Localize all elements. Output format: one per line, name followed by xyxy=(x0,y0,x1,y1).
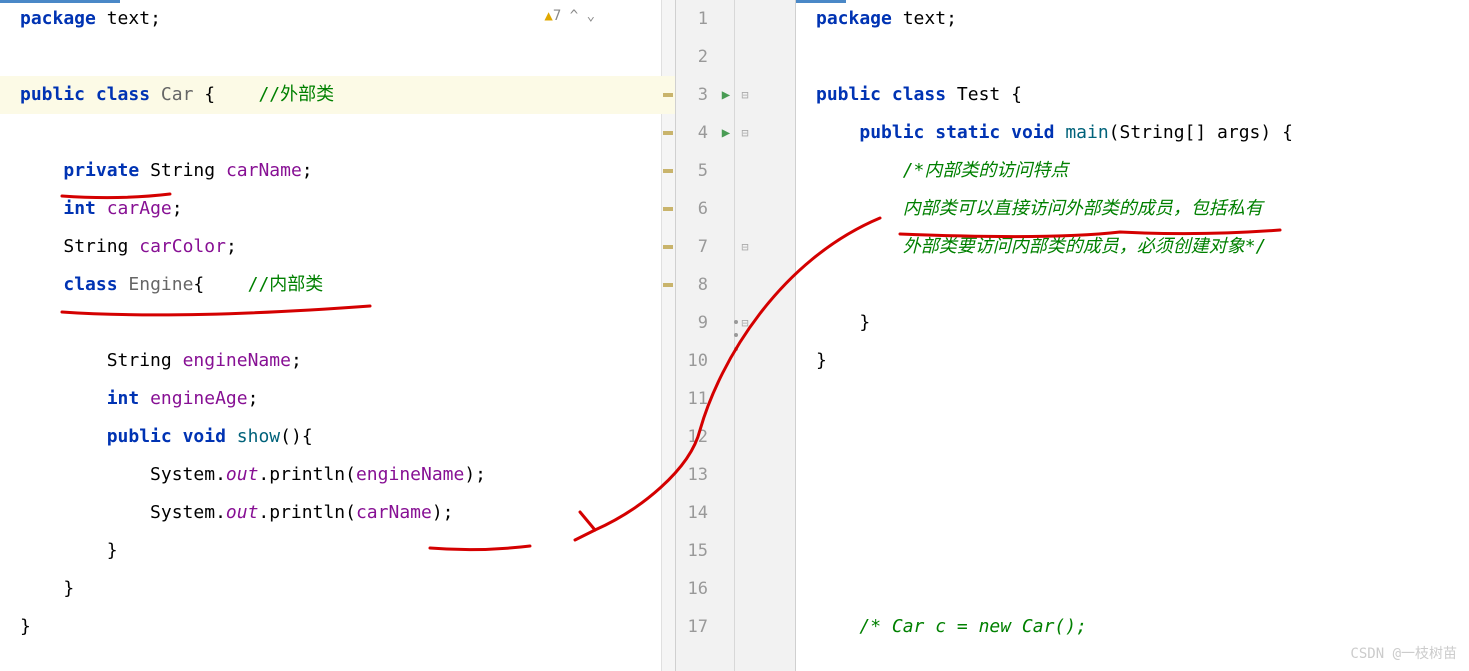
gutter-row[interactable]: 4▶⊟ xyxy=(676,114,795,152)
change-marker xyxy=(663,169,673,173)
comment: /*内部类的访问特点 xyxy=(903,160,1069,181)
field-name: engineAge xyxy=(150,388,248,409)
class-name: Test xyxy=(957,84,1000,105)
code-line[interactable]: String engineName; xyxy=(0,342,675,380)
gutter-row[interactable]: 8 xyxy=(676,266,795,304)
code-line[interactable]: System.out.println(carName); xyxy=(0,494,675,532)
editor-split-container: ▲7 ^ ⌄ package text; public class Car { … xyxy=(0,0,1469,671)
usage-hint[interactable] xyxy=(0,114,675,152)
gutter-row[interactable]: 6 xyxy=(676,190,795,228)
comment: //内部类 xyxy=(248,274,324,295)
gutter-row[interactable]: 14 xyxy=(676,494,795,532)
code-line[interactable]: 外部类要访问内部类的成员，必须创建对象*/ xyxy=(796,228,1469,266)
code-line[interactable] xyxy=(796,570,1469,608)
code-line[interactable] xyxy=(796,38,1469,76)
code-line[interactable]: /* Car c = new Car(); xyxy=(796,608,1469,646)
watermark: CSDN @一枝树苗 xyxy=(1350,643,1457,663)
inner-class-name: Engine xyxy=(128,274,193,295)
comment: 内部类可以直接访问外部类的成员，包括私有 xyxy=(903,198,1263,219)
gutter-row[interactable]: 16 xyxy=(676,570,795,608)
gutter-row[interactable]: 5 xyxy=(676,152,795,190)
code-line[interactable]: class Engine{ //内部类 xyxy=(0,266,675,304)
code-line[interactable]: package text; xyxy=(0,0,675,38)
run-gutter-icon[interactable]: ▶ xyxy=(716,76,736,114)
code-line[interactable]: public void show(){ xyxy=(0,418,675,456)
code-line[interactable]: } xyxy=(0,532,675,570)
code-line[interactable]: public class Car { //外部类 xyxy=(0,76,675,114)
splitter-handle[interactable] xyxy=(733,316,739,356)
gutter-row[interactable]: 3▶⊟ xyxy=(676,76,795,114)
change-marker xyxy=(663,93,673,97)
code-line[interactable] xyxy=(796,456,1469,494)
code-line[interactable]: private String carName; xyxy=(0,152,675,190)
code-line[interactable] xyxy=(0,38,675,76)
change-marker xyxy=(663,131,673,135)
code-line[interactable] xyxy=(796,266,1469,304)
code-line[interactable]: } xyxy=(0,608,675,646)
code-line[interactable]: } xyxy=(796,304,1469,342)
code-line[interactable]: int engineAge; xyxy=(0,380,675,418)
comment: 外部类要访问内部类的成员，必须创建对象*/ xyxy=(903,236,1267,257)
code-line[interactable]: String carColor; xyxy=(0,228,675,266)
comment: //外部类 xyxy=(258,84,334,105)
usage-hint[interactable] xyxy=(0,304,675,342)
gutter-row[interactable]: 11 xyxy=(676,380,795,418)
code-line[interactable] xyxy=(796,418,1469,456)
right-editor-pane[interactable]: package text; public class Test { public… xyxy=(796,0,1469,671)
code-line[interactable]: /*内部类的访问特点 xyxy=(796,152,1469,190)
package-name: text xyxy=(107,8,150,29)
method-name: show xyxy=(237,426,280,447)
code-line[interactable]: System.out.println(engineName); xyxy=(0,456,675,494)
method-name: main xyxy=(1065,122,1108,143)
change-marker xyxy=(663,207,673,211)
fold-icon[interactable]: ⊟ xyxy=(736,114,754,152)
gutter-row[interactable]: 13 xyxy=(676,456,795,494)
field-name: carAge xyxy=(107,198,172,219)
code-line[interactable]: 内部类可以直接访问外部类的成员，包括私有 xyxy=(796,190,1469,228)
fold-icon[interactable]: ⊟ xyxy=(736,76,754,114)
field-name: carColor xyxy=(139,236,226,257)
code-line[interactable] xyxy=(796,494,1469,532)
code-line[interactable]: public static void main(String[] args) { xyxy=(796,114,1469,152)
left-editor-pane[interactable]: ▲7 ^ ⌄ package text; public class Car { … xyxy=(0,0,676,671)
run-gutter-icon[interactable]: ▶ xyxy=(716,114,736,152)
code-line[interactable]: public class Test { xyxy=(796,76,1469,114)
code-line[interactable] xyxy=(796,532,1469,570)
code-line[interactable] xyxy=(796,380,1469,418)
center-gutter[interactable]: 1 2 3▶⊟ 4▶⊟ 5 6 7⊟ 8 9⊟ 10 11 12 13 14 1… xyxy=(676,0,796,671)
gutter-row[interactable]: 1 xyxy=(676,0,795,38)
change-marker xyxy=(663,245,673,249)
fold-icon[interactable]: ⊟ xyxy=(736,228,754,266)
gutter-row[interactable]: 17 xyxy=(676,608,795,646)
field-name: carName xyxy=(226,160,302,181)
gutter-row[interactable]: 15 xyxy=(676,532,795,570)
code-line[interactable]: } xyxy=(796,342,1469,380)
fold-close-icon[interactable]: ⊟ xyxy=(736,304,754,342)
code-line[interactable]: int carAge; xyxy=(0,190,675,228)
comment: /* Car c = new Car(); xyxy=(859,616,1087,637)
gutter-row[interactable]: 12 xyxy=(676,418,795,456)
gutter-row[interactable]: 7⊟ xyxy=(676,228,795,266)
change-marker xyxy=(663,283,673,287)
code-line[interactable]: package text; xyxy=(796,0,1469,38)
class-name: Car xyxy=(161,84,194,105)
gutter-row[interactable]: 2 xyxy=(676,38,795,76)
code-line[interactable]: } xyxy=(0,570,675,608)
keyword-package: package xyxy=(20,8,96,29)
field-name: engineName xyxy=(183,350,291,371)
